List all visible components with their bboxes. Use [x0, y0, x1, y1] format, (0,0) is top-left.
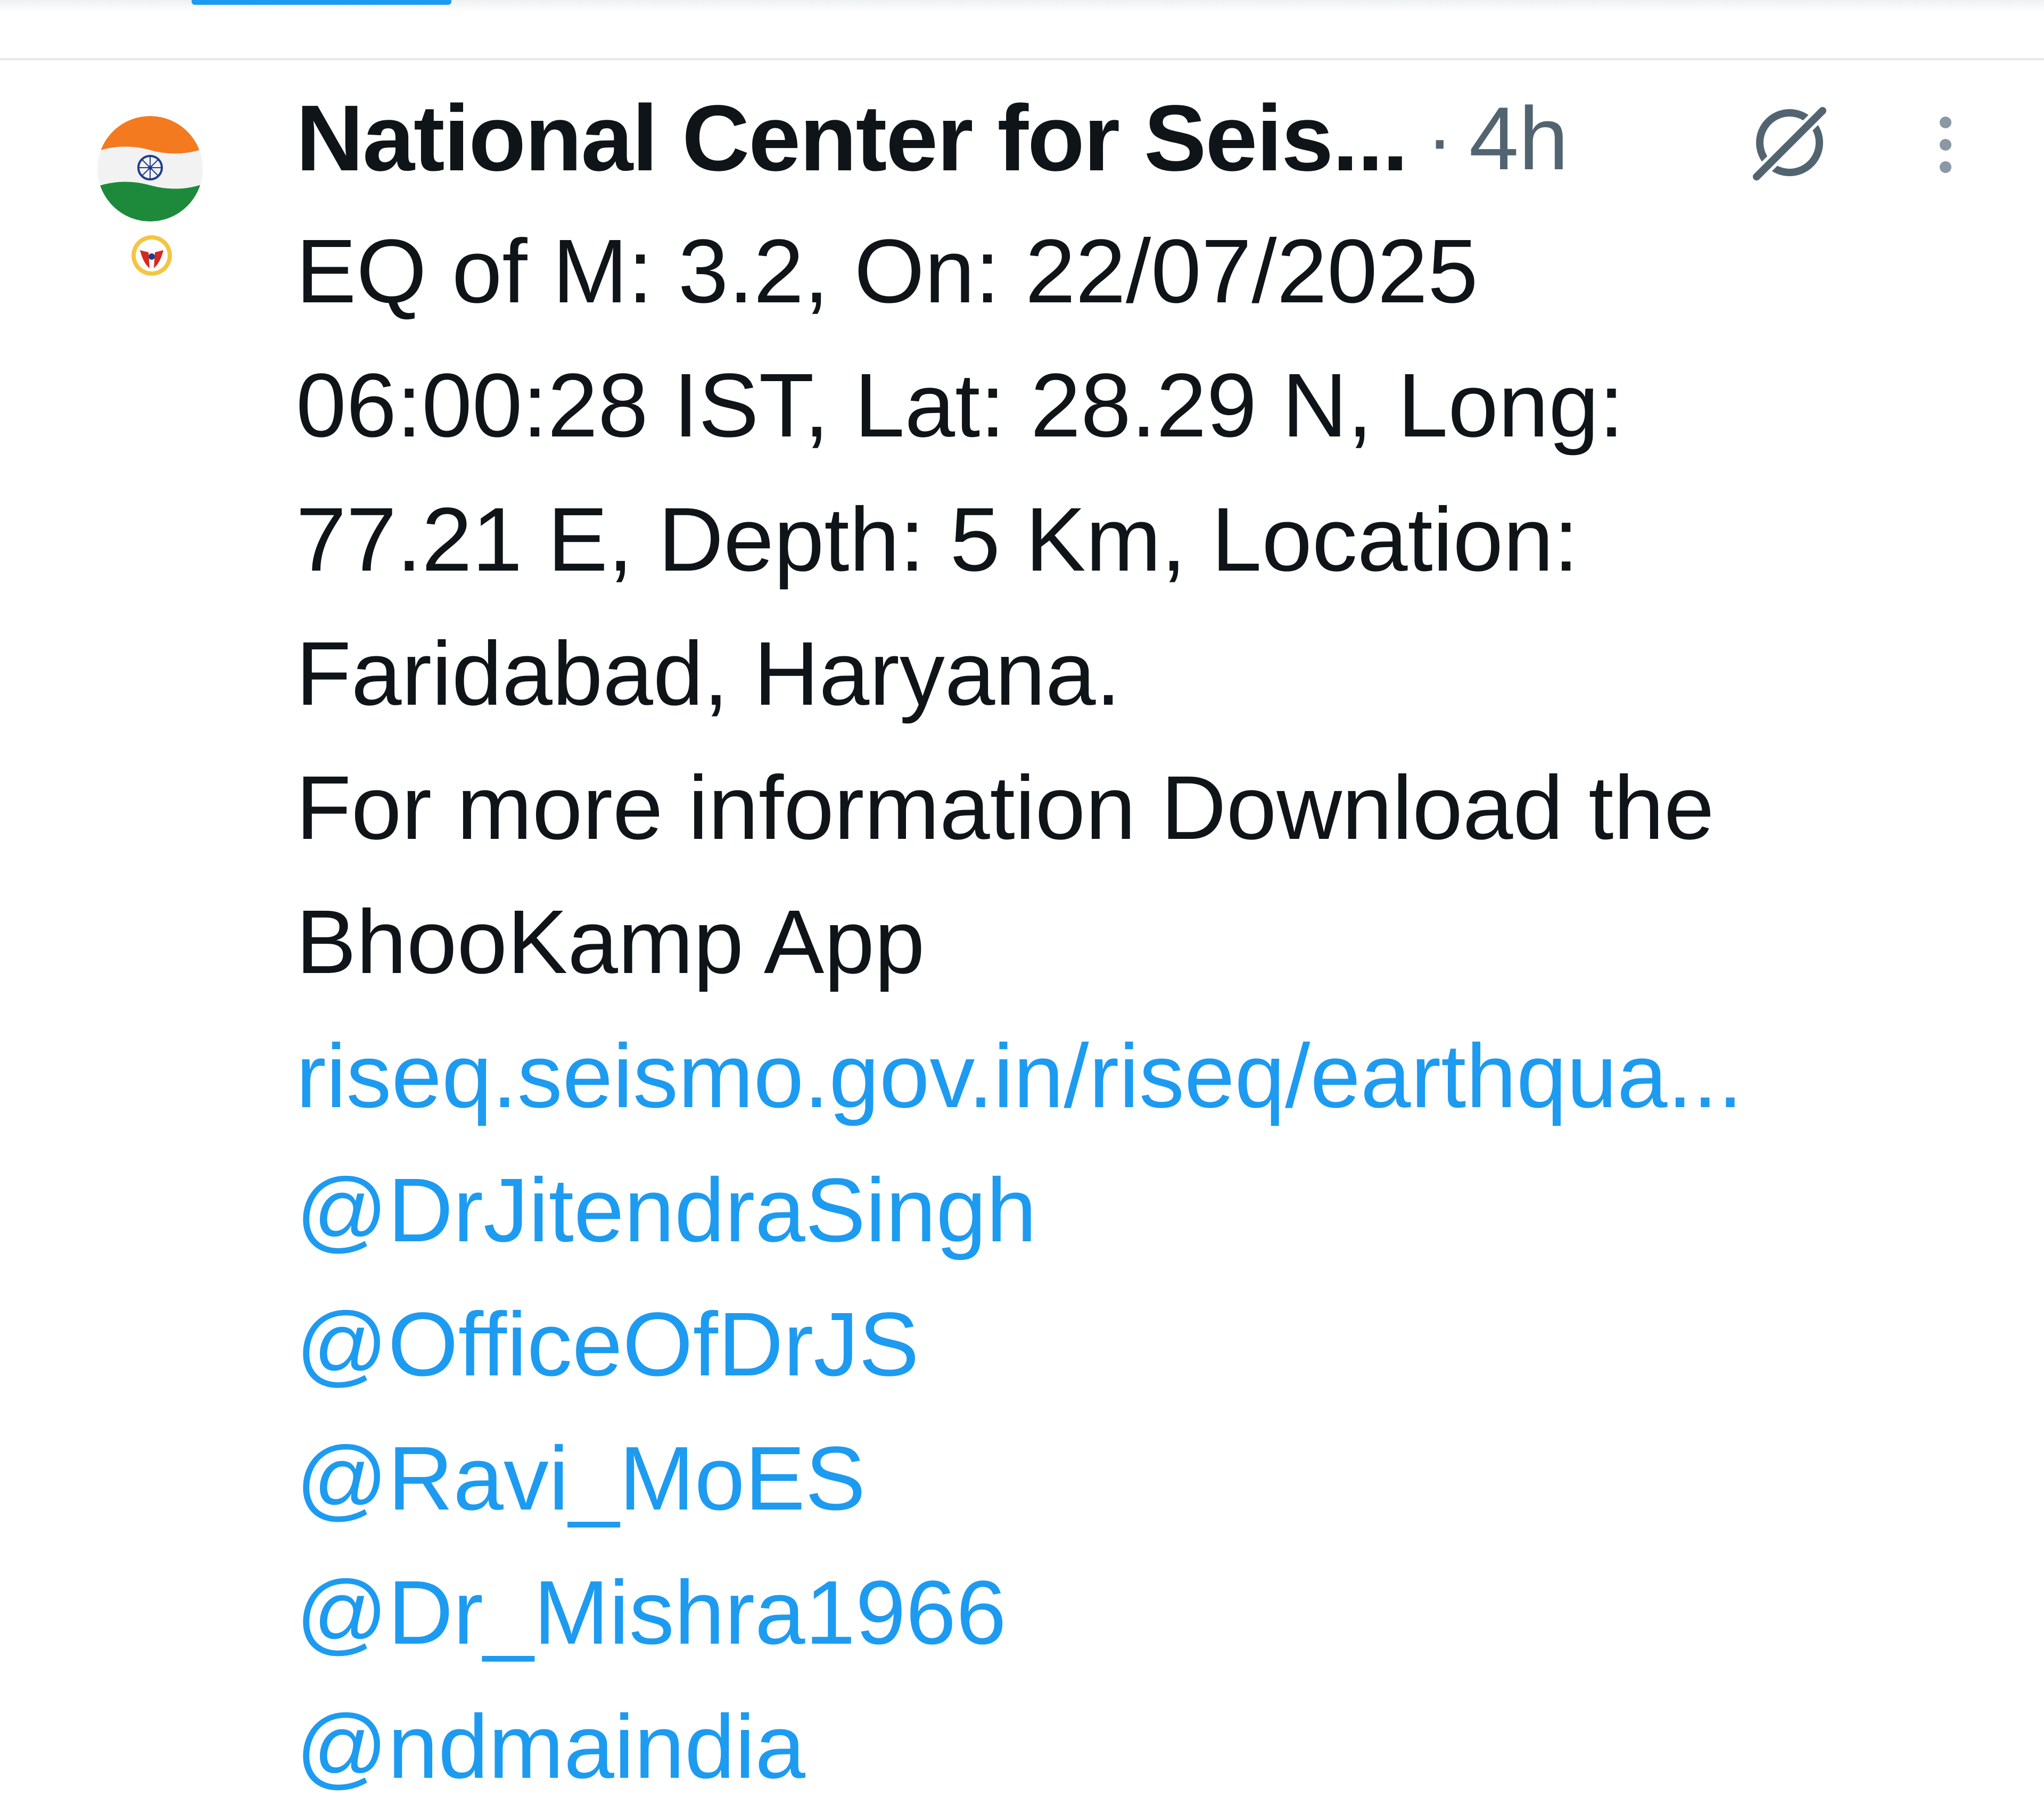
- tweet-url-link[interactable]: riseq.seismo.gov.in/riseq/earthqua...: [296, 1009, 2010, 1143]
- grok-icon[interactable]: [1747, 100, 1832, 185]
- tweet-text: EQ of M: 3.2, On: 22/07/2025 06:00:28 IS…: [296, 204, 2010, 1814]
- more-options-icon[interactable]: [1927, 113, 1964, 182]
- tweet-text-line: EQ of M: 3.2, On: 22/07/2025: [296, 221, 1478, 322]
- affiliation-badge-icon[interactable]: [129, 233, 174, 278]
- account-display-name[interactable]: National Center for Seis...: [296, 85, 1408, 192]
- mention-link[interactable]: @ndmaindia: [296, 1680, 2010, 1814]
- timestamp[interactable]: 4h: [1469, 87, 1569, 190]
- tweet-text-line: Faridabad, Haryana.: [296, 623, 1121, 724]
- tweet-text-line: 06:00:28 IST, Lat: 28.29 N, Long:: [296, 355, 1625, 456]
- mention-link[interactable]: @Ravi_MoES: [296, 1412, 2010, 1546]
- active-tab-indicator: [192, 0, 451, 5]
- tweet-header: National Center for Seis... · 4h: [296, 85, 1569, 192]
- mention-link[interactable]: @Dr_Mishra1966: [296, 1546, 2010, 1680]
- divider: [0, 58, 2044, 60]
- mention-link[interactable]: @OfficeOfDrJS: [296, 1277, 2010, 1412]
- tweet-text-line: BhooKamp App: [296, 892, 925, 993]
- tweet-text-line: 77.21 E, Depth: 5 Km, Location:: [296, 489, 1579, 590]
- tweet-text-line: For more information Download the: [296, 757, 1715, 859]
- mention-link[interactable]: @DrJitendraSingh: [296, 1143, 2010, 1277]
- india-flag-avatar[interactable]: [97, 116, 203, 221]
- separator-dot: ·: [1426, 93, 1453, 183]
